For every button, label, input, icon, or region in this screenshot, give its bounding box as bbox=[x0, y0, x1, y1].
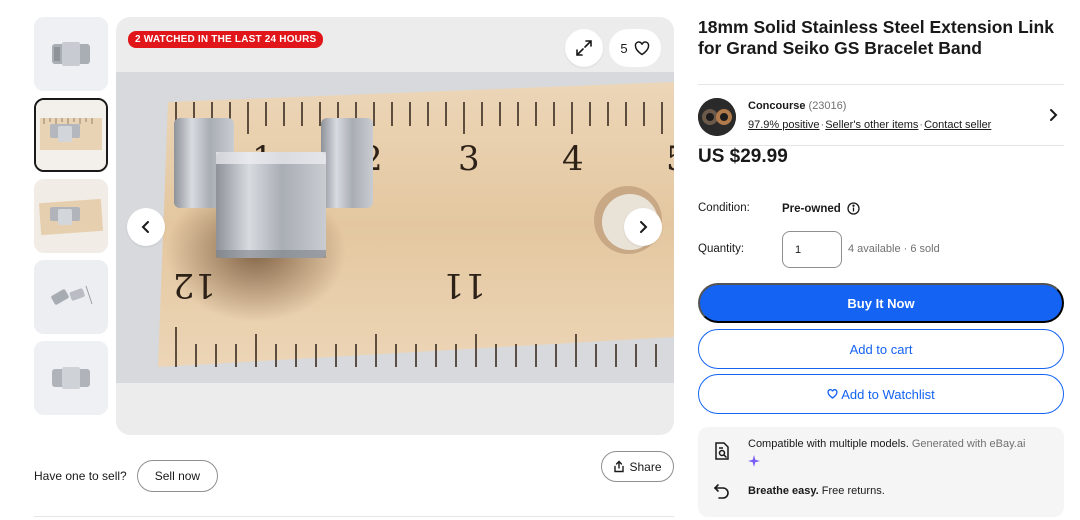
compatibility-text: Compatible with multiple models. bbox=[748, 438, 909, 450]
seller-name[interactable]: Concourse bbox=[748, 100, 805, 112]
ruler-number: 12 bbox=[173, 265, 216, 305]
condition-value: Pre-owned bbox=[782, 202, 841, 215]
divider bbox=[34, 516, 674, 517]
compatibility-line: Compatible with multiple models. Generat… bbox=[748, 438, 1025, 450]
seller-positive-link[interactable]: 97.9% positive bbox=[748, 119, 820, 131]
seller-name-line: Concourse (23016) bbox=[748, 100, 846, 112]
quantity-label: Quantity: bbox=[698, 243, 745, 255]
previous-image-button[interactable] bbox=[127, 208, 165, 246]
main-image-viewer[interactable]: 1 2 3 4 5 12 11 2 WATCHED IN THE LAST 24… bbox=[116, 17, 674, 435]
chevron-right-icon[interactable] bbox=[1048, 107, 1058, 123]
info-box: Compatible with multiple models. Generat… bbox=[698, 427, 1064, 517]
share-button[interactable]: Share bbox=[601, 451, 674, 482]
share-icon bbox=[614, 460, 625, 473]
contact-seller-link[interactable]: Contact seller bbox=[924, 119, 991, 131]
quantity-row: Quantity: 4 available · 6 sold bbox=[698, 231, 1064, 269]
seller-avatar[interactable] bbox=[698, 98, 736, 136]
listing-panel: 18mm Solid Stainless Steel Extension Lin… bbox=[698, 17, 1064, 517]
thumbnail-4[interactable] bbox=[34, 260, 108, 334]
quantity-input[interactable] bbox=[782, 231, 842, 268]
sell-prompt: Have one to sell? bbox=[34, 469, 127, 483]
ruler-number: 3 bbox=[458, 139, 480, 179]
thumbnail-1[interactable] bbox=[34, 17, 108, 91]
seller-feedback-count: (23016) bbox=[808, 100, 847, 112]
expand-button[interactable] bbox=[565, 29, 603, 67]
ruler-number: 5 bbox=[666, 139, 674, 179]
share-label: Share bbox=[629, 459, 662, 474]
returns-note: Free returns. bbox=[821, 485, 885, 497]
availability-text: 4 available · 6 sold bbox=[848, 243, 940, 255]
document-search-icon bbox=[715, 442, 729, 460]
seller-other-items-link[interactable]: Seller's other items bbox=[825, 119, 918, 131]
chevron-left-icon bbox=[141, 221, 149, 233]
condition-label: Condition: bbox=[698, 202, 750, 214]
sparkle-icon bbox=[748, 455, 760, 467]
sell-now-button[interactable]: Sell now bbox=[136, 460, 219, 492]
seller-links: 97.9% positive·Seller's other items·Cont… bbox=[748, 119, 992, 131]
thumbnail-3[interactable] bbox=[34, 179, 108, 253]
returns-line: Breathe easy. Free returns. bbox=[748, 485, 885, 497]
watched-badge: 2 WATCHED IN THE LAST 24 HOURS bbox=[128, 31, 324, 48]
info-icon[interactable] bbox=[847, 202, 860, 215]
thumbnail-strip bbox=[34, 17, 110, 422]
price: US $29.99 bbox=[698, 146, 788, 167]
seller-card[interactable]: Concourse (23016) 97.9% positive·Seller'… bbox=[698, 84, 1064, 146]
thumbnail-2-selected[interactable] bbox=[34, 98, 108, 172]
condition-value-wrap: Pre-owned bbox=[782, 202, 860, 215]
heart-icon bbox=[827, 389, 838, 399]
chevron-right-icon bbox=[640, 221, 648, 233]
watch-count-button[interactable]: 5 bbox=[609, 29, 661, 67]
buy-it-now-button[interactable]: Buy It Now bbox=[698, 283, 1064, 323]
listing-title: 18mm Solid Stainless Steel Extension Lin… bbox=[698, 17, 1054, 58]
sell-row: Have one to sell? Sell now bbox=[34, 460, 219, 492]
thumbnail-5[interactable] bbox=[34, 341, 108, 415]
add-to-cart-button[interactable]: Add to cart bbox=[698, 329, 1064, 369]
return-icon bbox=[713, 484, 729, 499]
add-to-watchlist-label: Add to Watchlist bbox=[841, 386, 935, 402]
ai-generated-note: Generated with eBay.ai bbox=[911, 438, 1026, 450]
next-image-button[interactable] bbox=[624, 208, 662, 246]
product-photo: 1 2 3 4 5 12 11 bbox=[116, 72, 674, 383]
ruler-number: 11 bbox=[443, 265, 486, 305]
heart-icon bbox=[634, 40, 649, 55]
expand-icon bbox=[576, 40, 592, 56]
add-to-watchlist-button[interactable]: Add to Watchlist bbox=[698, 374, 1064, 414]
returns-bold: Breathe easy. bbox=[748, 485, 819, 497]
ruler-number: 4 bbox=[562, 139, 584, 179]
watch-count: 5 bbox=[620, 40, 628, 56]
